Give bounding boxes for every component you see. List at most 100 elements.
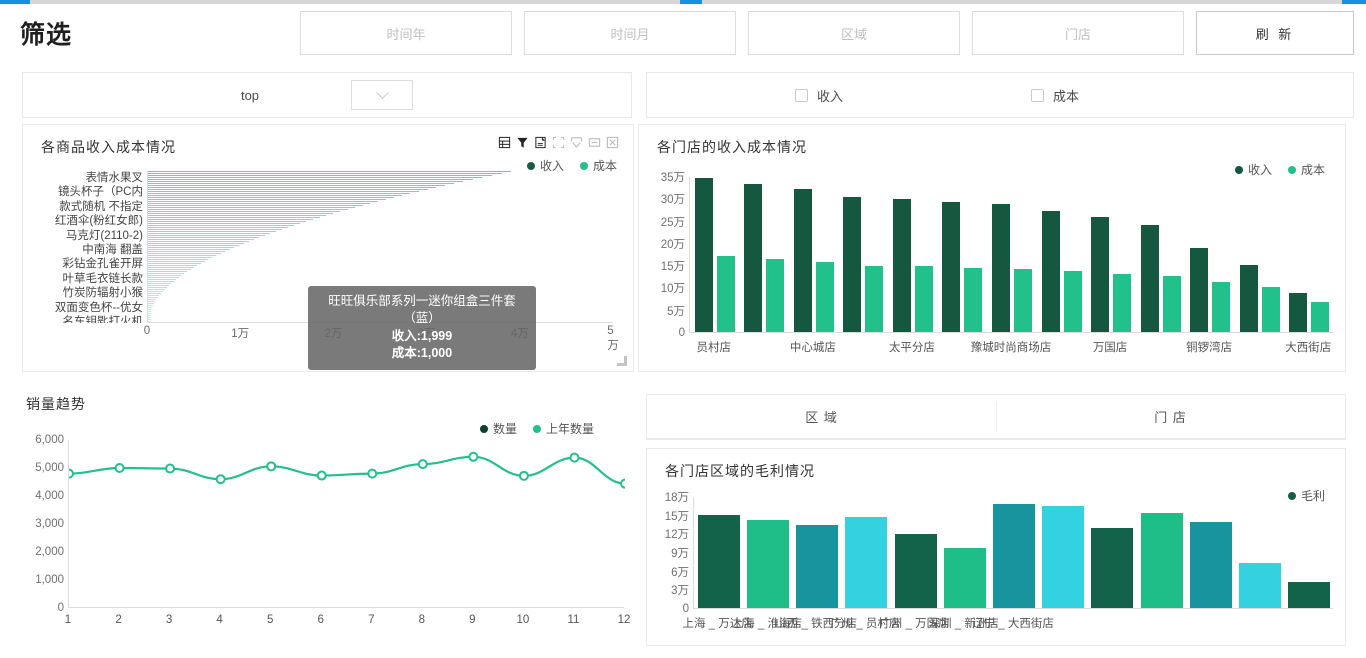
chart-bar[interactable] xyxy=(1113,274,1131,332)
zoom-select-icon[interactable] xyxy=(552,136,565,149)
goods-bar[interactable] xyxy=(148,267,194,268)
checkbox-income[interactable]: 收入 xyxy=(795,86,843,105)
goods-bar[interactable] xyxy=(148,307,152,308)
chart-bar[interactable] xyxy=(744,184,762,332)
goods-bar[interactable] xyxy=(148,297,158,298)
tab-store[interactable]: 门 店 xyxy=(996,395,1345,439)
chart-bar[interactable] xyxy=(944,548,986,608)
legend-trend[interactable]: 数量 上年数量 xyxy=(470,420,594,437)
goods-bar[interactable] xyxy=(148,265,197,266)
chart-bar[interactable] xyxy=(1042,211,1060,332)
goods-bar[interactable] xyxy=(148,299,156,300)
funnel-icon[interactable] xyxy=(516,136,529,149)
save-image-icon[interactable] xyxy=(534,136,547,149)
goods-bar[interactable] xyxy=(148,245,239,246)
goods-bar[interactable] xyxy=(148,195,402,196)
goods-bar[interactable] xyxy=(148,227,288,228)
goods-bar[interactable] xyxy=(148,215,326,216)
goods-bar[interactable] xyxy=(148,209,348,210)
goods-bar[interactable] xyxy=(148,255,216,256)
goods-bar[interactable] xyxy=(148,173,502,174)
legend-item-quantity[interactable]: 数量 xyxy=(480,420,517,437)
goods-bar[interactable] xyxy=(148,283,171,284)
goods-bar[interactable] xyxy=(148,177,482,178)
chart-bar[interactable] xyxy=(1091,217,1109,332)
chart-toolbox[interactable] xyxy=(498,136,619,149)
goods-bar[interactable] xyxy=(148,281,174,282)
chart-bar[interactable] xyxy=(816,262,834,332)
goods-bar[interactable] xyxy=(148,179,473,180)
legend-stores[interactable]: 收入 成本 xyxy=(1225,161,1325,178)
goods-bar[interactable] xyxy=(148,261,205,262)
trend-plot-area[interactable] xyxy=(68,440,624,608)
chart-bar[interactable] xyxy=(747,520,789,608)
goods-bar[interactable] xyxy=(148,301,155,302)
goods-bar[interactable] xyxy=(148,247,234,248)
goods-bar[interactable] xyxy=(148,185,445,186)
goods-bar[interactable] xyxy=(148,191,419,192)
goods-bar[interactable] xyxy=(148,295,159,296)
chart-bar[interactable] xyxy=(1014,269,1032,332)
clear-icon[interactable] xyxy=(606,136,619,149)
chart-bar[interactable] xyxy=(1212,282,1230,332)
goods-bar[interactable] xyxy=(148,201,378,202)
goods-bar[interactable] xyxy=(148,263,201,264)
goods-bar[interactable] xyxy=(148,313,151,314)
line-data-point[interactable] xyxy=(166,465,174,473)
chart-bar[interactable] xyxy=(992,204,1010,332)
goods-bar[interactable] xyxy=(148,225,294,226)
goods-bar[interactable] xyxy=(148,229,282,230)
goods-bar[interactable] xyxy=(148,289,165,290)
goods-bar[interactable] xyxy=(148,183,454,184)
checkbox-cost[interactable]: 成本 xyxy=(1031,86,1079,105)
line-data-point[interactable] xyxy=(217,475,225,483)
goods-bar[interactable] xyxy=(148,257,212,258)
legend-item-prev-quantity[interactable]: 上年数量 xyxy=(533,420,594,437)
chart-bar[interactable] xyxy=(1163,276,1181,332)
gross-plot-area[interactable] xyxy=(693,497,1333,609)
goods-bar[interactable] xyxy=(148,221,306,222)
line-data-point[interactable] xyxy=(318,472,326,480)
chart-bar[interactable] xyxy=(698,515,740,608)
goods-bar[interactable] xyxy=(148,269,191,270)
goods-bar[interactable] xyxy=(148,223,300,224)
goods-bar[interactable] xyxy=(148,207,355,208)
goods-bar[interactable] xyxy=(148,259,208,260)
top-n-select[interactable] xyxy=(351,80,413,110)
goods-bar[interactable] xyxy=(148,189,428,190)
chart-bar[interactable] xyxy=(1240,265,1258,332)
panel-resize-handle[interactable] xyxy=(617,356,627,366)
goods-bar[interactable] xyxy=(148,211,340,212)
chart-bar[interactable] xyxy=(942,202,960,332)
line-data-point[interactable] xyxy=(368,470,376,478)
zoom-reset-icon[interactable] xyxy=(570,136,583,149)
goods-bar[interactable] xyxy=(148,279,176,280)
goods-bar[interactable] xyxy=(148,219,313,220)
goods-bar[interactable] xyxy=(148,303,154,304)
goods-bar[interactable] xyxy=(148,175,492,176)
chart-bar[interactable] xyxy=(695,178,713,332)
goods-bar[interactable] xyxy=(148,203,370,204)
line-data-point[interactable] xyxy=(419,460,427,468)
goods-bar[interactable] xyxy=(148,285,169,286)
goods-bar[interactable] xyxy=(148,235,265,236)
chart-bar[interactable] xyxy=(1289,293,1307,332)
goods-bar[interactable] xyxy=(148,233,270,234)
chart-bar[interactable] xyxy=(1190,522,1232,608)
goods-bar[interactable] xyxy=(148,237,259,238)
year-field[interactable]: 时间年 xyxy=(300,11,512,55)
chart-bar[interactable] xyxy=(964,268,982,332)
line-data-point[interactable] xyxy=(69,470,73,478)
goods-bar[interactable] xyxy=(148,193,410,194)
chart-bar[interactable] xyxy=(843,197,861,332)
chart-bar[interactable] xyxy=(1311,302,1329,332)
goods-bar[interactable] xyxy=(148,287,167,288)
chart-bar[interactable] xyxy=(796,525,838,608)
goods-bar[interactable] xyxy=(148,213,333,214)
chart-bar[interactable] xyxy=(794,189,812,332)
line-data-point[interactable] xyxy=(570,454,578,462)
goods-bar[interactable] xyxy=(148,249,230,250)
goods-bar[interactable] xyxy=(148,271,187,272)
line-data-point[interactable] xyxy=(520,472,528,480)
goods-bar[interactable] xyxy=(148,317,151,318)
